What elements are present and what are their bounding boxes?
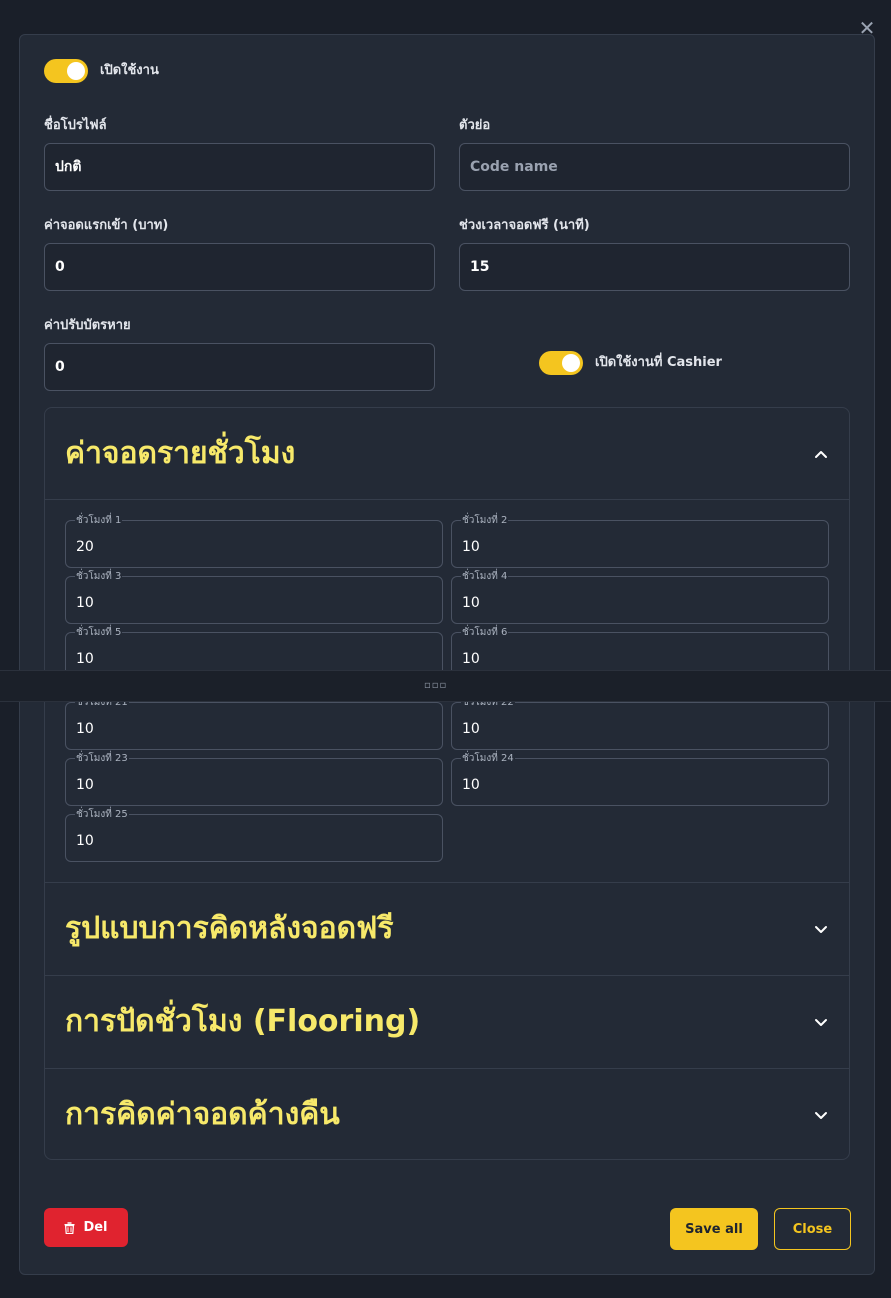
free-period-input[interactable]	[459, 243, 850, 291]
delete-button-label: Del	[83, 1220, 108, 1235]
hour-4-value: 10	[462, 595, 480, 611]
overnight-title: การคิดค่าจอดค้างคืน	[65, 1097, 340, 1132]
hour-2-value: 10	[462, 539, 480, 555]
profile-name-input[interactable]	[44, 143, 435, 191]
hour-23-label: ชั่วโมงที่ 23	[75, 753, 129, 765]
profile-name-label: ชื่อโปรไฟล์	[44, 118, 107, 133]
flooring-title: การปัดชั่วโมง (Flooring)	[65, 1004, 421, 1039]
hour-25-value: 10	[76, 833, 94, 849]
divider	[45, 499, 849, 500]
chevron-up-icon	[815, 451, 827, 458]
close-label: Close	[792, 1221, 833, 1237]
hour-1-field[interactable]: ชั่วโมงที่ 1 20	[65, 515, 443, 568]
save-all-label: Save all	[685, 1221, 743, 1237]
cashier-toggle-label: เปิดใช้งานที่ Cashier	[595, 355, 722, 370]
hour-5-value: 10	[76, 651, 94, 667]
hour-22-value: 10	[462, 721, 480, 737]
after-free-mode-header[interactable]: รูปแบบการคิดหลังจอดฟรี	[45, 883, 849, 975]
settings-accordion: ค่าจอดรายชั่วโมง ชั่วโมงที่ 1 20 ชั่วโมง…	[44, 407, 850, 1160]
hourly-rate-title: ค่าจอดรายชั่วโมง	[65, 436, 296, 471]
entry-fee-label: ค่าจอดแรกเข้า (บาท)	[44, 218, 169, 233]
code-name-label: ตัวย่อ	[459, 118, 491, 133]
hour-3-value: 10	[76, 595, 94, 611]
chevron-down-icon	[815, 926, 827, 933]
profile-edit-modal: เปิดใช้งาน ชื่อโปรไฟล์ ตัวย่อ ค่าจอดแรกเ…	[19, 34, 875, 1275]
flooring-header[interactable]: การปัดชั่วโมง (Flooring)	[45, 976, 849, 1068]
lost-card-fee-label: ค่าปรับบัตรหาย	[44, 318, 131, 333]
hour-6-label: ชั่วโมงที่ 6	[461, 627, 509, 639]
hour-24-field[interactable]: ชั่วโมงที่ 24 10	[451, 753, 829, 806]
hour-3-label: ชั่วโมงที่ 3	[75, 571, 123, 583]
hour-24-label: ชั่วโมงที่ 24	[461, 753, 515, 765]
save-all-button[interactable]: Save all	[670, 1208, 758, 1250]
toggle-knob	[67, 62, 85, 80]
hour-5-label: ชั่วโมงที่ 5	[75, 627, 123, 639]
hour-25-field[interactable]: ชั่วโมงที่ 25 10	[65, 809, 443, 862]
hour-23-field[interactable]: ชั่วโมงที่ 23 10	[65, 753, 443, 806]
code-name-input[interactable]	[459, 143, 850, 191]
chevron-down-icon	[815, 1019, 827, 1026]
collapsed-marker: ▫▫▫	[424, 680, 448, 691]
trash-icon	[64, 1221, 75, 1234]
collapsed-rows-bar: ▫▫▫	[0, 670, 891, 702]
hour-4-field[interactable]: ชั่วโมงที่ 4 10	[451, 571, 829, 624]
hourly-rate-header[interactable]: ค่าจอดรายชั่วโมง	[45, 408, 849, 499]
hour-1-value: 20	[76, 539, 94, 555]
free-period-label: ช่วงเวลาจอดฟรี (นาที)	[459, 218, 590, 233]
after-free-mode-title: รูปแบบการคิดหลังจอดฟรี	[65, 911, 394, 946]
hour-4-label: ชั่วโมงที่ 4	[461, 571, 509, 583]
lost-card-fee-input[interactable]	[44, 343, 435, 391]
hour-23-value: 10	[76, 777, 94, 793]
hour-22-field[interactable]: ชั่วโมงที่ 22 10	[451, 697, 829, 750]
enable-toggle[interactable]	[44, 59, 88, 83]
close-button[interactable]: Close	[774, 1208, 851, 1250]
hour-3-field[interactable]: ชั่วโมงที่ 3 10	[65, 571, 443, 624]
overnight-header[interactable]: การคิดค่าจอดค้างคืน	[45, 1069, 849, 1159]
enable-toggle-label: เปิดใช้งาน	[100, 63, 159, 78]
hour-2-label: ชั่วโมงที่ 2	[461, 515, 509, 527]
hour-24-value: 10	[462, 777, 480, 793]
cashier-toggle[interactable]	[539, 351, 583, 375]
hour-21-field[interactable]: ชั่วโมงที่ 21 10	[65, 697, 443, 750]
delete-button[interactable]: Del	[44, 1208, 128, 1247]
hour-2-field[interactable]: ชั่วโมงที่ 2 10	[451, 515, 829, 568]
toggle-knob	[562, 354, 580, 372]
chevron-down-icon	[815, 1112, 827, 1119]
hour-21-value: 10	[76, 721, 94, 737]
hour-1-label: ชั่วโมงที่ 1	[75, 515, 123, 527]
hour-6-value: 10	[462, 651, 480, 667]
entry-fee-input[interactable]	[44, 243, 435, 291]
hour-25-label: ชั่วโมงที่ 25	[75, 809, 129, 821]
